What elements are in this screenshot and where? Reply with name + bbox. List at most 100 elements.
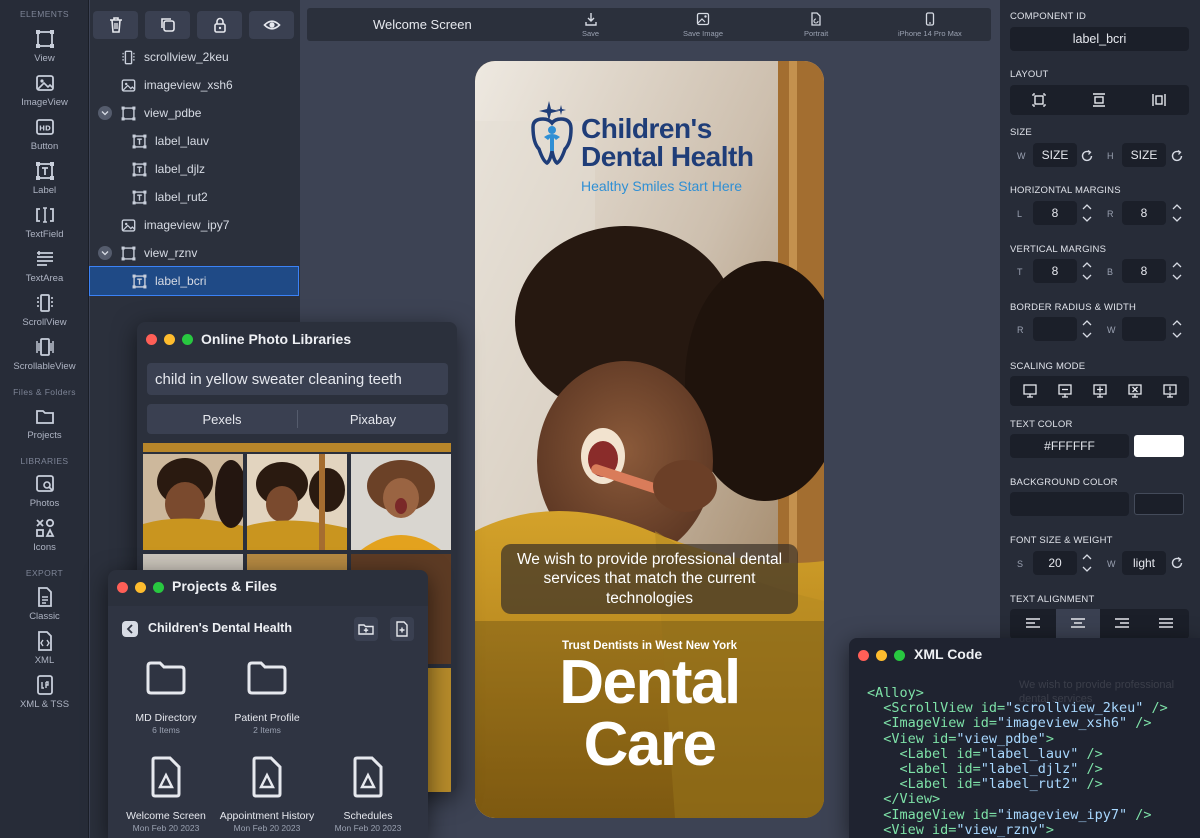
device-button[interactable]: iPhone 14 Pro Max <box>898 12 962 38</box>
file-schedules[interactable]: Schedules Mon Feb 20 2023 <box>318 756 418 833</box>
message-label[interactable]: We wish to provide professional dental s… <box>501 544 798 614</box>
headline-dental[interactable]: Dental <box>475 651 824 715</box>
stepper-icon[interactable] <box>1081 317 1093 341</box>
tree-row-label_djlz[interactable]: label_djlz <box>90 155 300 183</box>
photo-thumbnail[interactable] <box>247 454 347 550</box>
save-image-button[interactable]: Save Image <box>683 12 723 38</box>
font-size-field[interactable]: 20 <box>1033 551 1077 575</box>
visibility-button[interactable] <box>249 11 294 39</box>
reset-icon[interactable] <box>1170 556 1184 570</box>
rail-item-imageview[interactable]: ImageView <box>0 70 89 114</box>
border-width-field[interactable] <box>1122 317 1166 341</box>
rail-item-classic[interactable]: Classic <box>0 584 89 628</box>
save-button[interactable]: Save <box>582 12 599 38</box>
stepper-icon[interactable] <box>1171 259 1183 283</box>
align-right-icon[interactable] <box>1114 617 1130 631</box>
rail-item-scrollableview[interactable]: ScrollableView <box>0 334 89 378</box>
tree-row-label_lauv[interactable]: label_lauv <box>90 127 300 155</box>
border-radius-field[interactable] <box>1033 317 1077 341</box>
stepper-icon[interactable] <box>1081 259 1093 283</box>
scale-fill-icon[interactable] <box>1022 383 1038 399</box>
scale-center-icon[interactable] <box>1092 383 1108 399</box>
new-file-button[interactable] <box>390 617 414 641</box>
reset-icon[interactable] <box>1170 149 1184 163</box>
xml-code-block[interactable]: <Alloy> <ScrollView id="scrollview_2keu"… <box>867 685 1168 838</box>
close-button[interactable] <box>117 582 128 593</box>
left-margin-field[interactable]: 8 <box>1033 201 1077 225</box>
reset-icon[interactable] <box>1080 149 1094 163</box>
stepper-icon[interactable] <box>1081 201 1093 225</box>
rail-item-textfield[interactable]: TextField <box>0 202 89 246</box>
close-button[interactable] <box>146 334 157 345</box>
height-field[interactable]: SIZE <box>1122 143 1166 167</box>
tree-row-imageview_ipy7[interactable]: imageview_ipy7 <box>90 211 300 239</box>
component-id-field[interactable]: label_bcri <box>1010 27 1189 51</box>
align-left-icon[interactable] <box>1025 617 1041 631</box>
photo-thumbnail[interactable] <box>143 454 243 550</box>
rail-item-photos[interactable]: Photos <box>0 471 89 515</box>
scale-fit-icon[interactable] <box>1057 383 1073 399</box>
new-folder-button[interactable] <box>354 617 378 641</box>
delete-button[interactable] <box>93 11 138 39</box>
photo-search-input[interactable]: child in yellow sweater cleaning teeth <box>147 363 448 395</box>
top-margin-field[interactable]: 8 <box>1033 259 1077 283</box>
lock-button[interactable] <box>197 11 242 39</box>
duplicate-button[interactable] <box>145 11 190 39</box>
chevron-down-icon[interactable] <box>98 246 112 260</box>
bottom-margin-field[interactable]: 8 <box>1122 259 1166 283</box>
text-color-field[interactable]: #FFFFFF <box>1010 434 1129 458</box>
scale-none-icon[interactable] <box>1127 383 1143 399</box>
maximize-button[interactable] <box>182 334 193 345</box>
rail-item-icons[interactable]: Icons <box>0 515 89 559</box>
text-alignment-heading: TEXT ALIGNMENT <box>1010 594 1095 605</box>
font-weight-field[interactable]: light <box>1122 551 1166 575</box>
photo-thumbnail[interactable] <box>351 454 451 550</box>
portrait-button[interactable]: Portrait <box>804 12 828 38</box>
tree-row-view_pdbe[interactable]: view_pdbe <box>90 99 300 127</box>
tree-row-label_bcri[interactable]: label_bcri <box>89 266 299 296</box>
rail-item-projects[interactable]: Projects <box>0 403 89 447</box>
tree-row-label_rut2[interactable]: label_rut2 <box>90 183 300 211</box>
rail-item-button[interactable]: HD Button <box>0 114 89 158</box>
maximize-button[interactable] <box>153 582 164 593</box>
tree-row-scrollview_2keu[interactable]: scrollview_2keu <box>90 43 300 71</box>
left-margin-label: L <box>1017 209 1023 219</box>
layout-absolute-icon[interactable] <box>1032 93 1046 107</box>
bottom-margin-label: B <box>1107 267 1114 277</box>
rail-item-view[interactable]: View <box>0 26 89 70</box>
right-margin-field[interactable]: 8 <box>1122 201 1166 225</box>
rail-item-textarea[interactable]: TextArea <box>0 246 89 290</box>
width-field[interactable]: SIZE <box>1033 143 1077 167</box>
close-button[interactable] <box>858 650 869 661</box>
align-justify-icon[interactable] <box>1158 617 1174 631</box>
stepper-icon[interactable] <box>1171 317 1183 341</box>
tab-pexels[interactable]: Pexels <box>147 404 297 434</box>
align-center-icon[interactable] <box>1070 617 1086 631</box>
layout-vertical-icon[interactable] <box>1092 93 1106 107</box>
headline-care[interactable]: Care <box>475 713 824 777</box>
minimize-button[interactable] <box>164 334 175 345</box>
stepper-icon[interactable] <box>1081 551 1093 575</box>
file-welcome-screen[interactable]: Welcome Screen Mon Feb 20 2023 <box>116 756 216 833</box>
background-color-swatch[interactable] <box>1134 493 1184 515</box>
file-appointment-history[interactable]: Appointment History Mon Feb 20 2023 <box>217 756 317 833</box>
background-color-field[interactable] <box>1010 492 1129 516</box>
layout-horizontal-icon[interactable] <box>1152 93 1166 107</box>
scale-alert-icon[interactable] <box>1162 383 1178 399</box>
stepper-icon[interactable] <box>1171 201 1183 225</box>
text-color-swatch-fill[interactable] <box>1134 435 1184 457</box>
folder-patient-profile[interactable]: Patient Profile 2 Items <box>217 660 317 735</box>
tree-row-imageview_xsh6[interactable]: imageview_xsh6 <box>90 71 300 99</box>
minimize-button[interactable] <box>876 650 887 661</box>
rail-item-xml[interactable]: XML <box>0 628 89 672</box>
tree-row-view_rznv[interactable]: view_rznv <box>90 239 300 267</box>
tab-pixabay[interactable]: Pixabay <box>298 404 448 434</box>
back-icon[interactable] <box>122 621 138 637</box>
chevron-down-icon[interactable] <box>98 106 112 120</box>
minimize-button[interactable] <box>135 582 146 593</box>
folder-md-directory[interactable]: MD Directory 6 Items <box>116 660 216 735</box>
rail-item-label[interactable]: Label <box>0 158 89 202</box>
maximize-button[interactable] <box>894 650 905 661</box>
rail-item-xml-tss[interactable]: XML & TSS <box>0 672 89 716</box>
rail-item-scrollview[interactable]: ScrollView <box>0 290 89 334</box>
